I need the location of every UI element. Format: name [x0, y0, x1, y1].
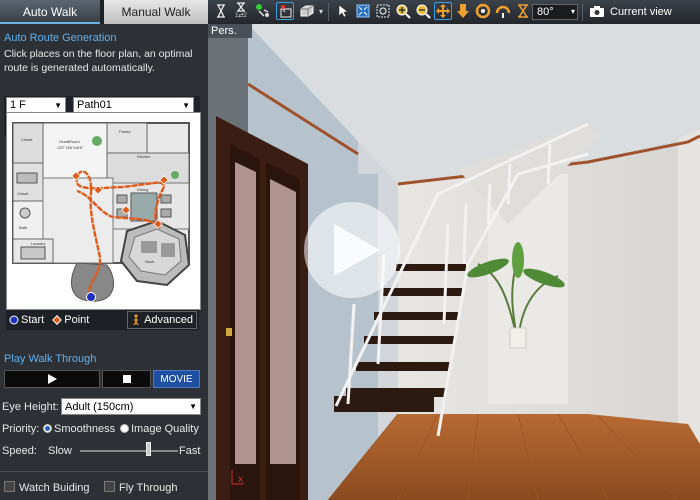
smoothness-label: Smoothness [54, 423, 116, 435]
fly-through-checkbox[interactable]: Fly Through [104, 481, 178, 494]
advanced-button[interactable]: Advanced [127, 311, 197, 329]
legend-start-label: Start [21, 314, 45, 326]
tab-manual-walk[interactable]: Manual Walk [104, 0, 208, 24]
floor-select-value: 1 F [10, 99, 26, 111]
play-walk-title: Play Walk Through [4, 353, 97, 365]
walk-person-icon[interactable] [212, 2, 230, 20]
start-circle-icon [9, 315, 19, 325]
room-dims-label: 13'3" 18'6"x16'6" [57, 146, 84, 150]
route-start-point[interactable] [86, 292, 96, 302]
legend-start: Start [9, 314, 44, 326]
walk-compare-sub: 1⇄2 [235, 13, 247, 19]
zoom-in-icon[interactable] [394, 2, 412, 20]
zoom-window-icon[interactable] [374, 2, 392, 20]
room-label: Pantry [119, 129, 131, 134]
checkbox-icon [4, 481, 15, 492]
select-arrow-icon[interactable] [334, 2, 352, 20]
tilt-icon[interactable] [494, 2, 512, 20]
camera-icon[interactable] [588, 2, 606, 20]
priority-option-smoothness[interactable]: Smoothness [43, 423, 115, 435]
watch-building-label: Watch Buiding [19, 482, 90, 494]
chevron-down-icon: ▼ [54, 100, 62, 110]
description-line1: Click places on the floor plan, an optim… [4, 48, 193, 60]
radio-selected-icon [43, 424, 52, 433]
radio-unselected-icon [120, 424, 129, 433]
auto-route-title: Auto Route Generation [4, 32, 117, 44]
toolbar-divider [328, 3, 329, 21]
watch-building-checkbox[interactable]: Watch Buiding [4, 481, 90, 494]
walk-compare-icon[interactable]: 1⇄2 [232, 2, 250, 20]
camera-position-icon[interactable] [276, 2, 294, 20]
eye-height-value: Adult (150cm) [65, 400, 134, 413]
room-label: Closet [21, 137, 33, 142]
move-down-icon[interactable] [454, 2, 472, 20]
speed-label: Speed: [2, 445, 37, 457]
room-label: Kitchen [137, 154, 150, 159]
toolbar-divider [582, 3, 583, 21]
rotate-icon[interactable] [474, 2, 492, 20]
svg-text:x: x [238, 474, 243, 485]
room-label: Bath [19, 225, 27, 230]
room-label: Nook [145, 259, 154, 264]
room-label: Closet [17, 191, 29, 196]
speed-slider-track [80, 450, 178, 452]
floor-plan[interactable]: Closet GreatRoom 13'3" 18'6"x16'6" Pantr… [6, 112, 201, 310]
fly-through-label: Fly Through [119, 482, 178, 494]
priority-label: Priority: [2, 423, 40, 435]
zoom-out-icon[interactable] [414, 2, 432, 20]
divider [0, 471, 208, 472]
path-select[interactable]: Path01 ▼ [73, 97, 194, 113]
eye-height-label: Eye Height: [2, 401, 59, 413]
chevron-down-icon: ▾ [570, 7, 575, 16]
tab-auto-walk[interactable]: Auto Walk [0, 0, 100, 24]
speed-slider[interactable] [80, 442, 178, 456]
advanced-label: Advanced [144, 314, 193, 326]
checkbox-icon [104, 481, 115, 492]
room-render: x [208, 24, 700, 500]
fit-view-icon[interactable] [354, 2, 372, 20]
perspective-viewport[interactable]: x [208, 24, 700, 500]
room-label: Laundry [31, 241, 45, 246]
speed-slow-label: Slow [48, 445, 72, 457]
view-box-dropdown-icon[interactable]: ▾ [316, 2, 326, 20]
room-label: Dining [137, 187, 148, 192]
route-points-icon[interactable] [254, 2, 272, 20]
tab-bar: Auto Walk Manual Walk [0, 0, 208, 24]
pan-icon[interactable] [434, 2, 452, 20]
view-angle-value: 80° [537, 6, 554, 18]
walker-icon [133, 314, 139, 326]
stop-icon [122, 375, 131, 383]
toolbar: 1⇄2 ▾ 80° ▾ Current view [208, 0, 700, 25]
floor-select[interactable]: 1 F ▼ [6, 97, 66, 113]
speed-fast-label: Fast [179, 445, 201, 457]
chevron-down-icon: ▼ [182, 100, 190, 110]
priority-option-image-quality[interactable]: Image Quality [120, 423, 199, 435]
plan-legend: Start Point Advanced [6, 310, 199, 330]
point-diamond-icon [52, 315, 63, 325]
floor-plan-drawing[interactable]: Closet GreatRoom 13'3" 18'6"x16'6" Pantr… [7, 113, 200, 309]
auto-route-description: Click places on the floor plan, an optim… [4, 47, 208, 75]
play-icon [48, 374, 57, 384]
legend-point-label: Point [64, 314, 90, 326]
chevron-down-icon: ▼ [189, 402, 197, 411]
room-label: GreatRoom [59, 139, 80, 144]
view-angle-select[interactable]: 80° ▾ [532, 4, 578, 20]
path-select-value: Path01 [77, 99, 112, 111]
perspective-tab[interactable]: Pers. [208, 24, 252, 38]
view-box-icon[interactable] [298, 2, 316, 20]
stop-button[interactable] [102, 370, 151, 388]
speed-slider-thumb[interactable] [146, 442, 151, 456]
current-view-button[interactable]: Current view [610, 6, 672, 18]
view-angle-icon [514, 2, 532, 20]
play-button[interactable] [4, 370, 100, 388]
image-quality-label: Image Quality [131, 423, 199, 435]
description-line2: route is generated automatically. [4, 62, 155, 74]
legend-point: Point [52, 314, 89, 326]
eye-height-select[interactable]: Adult (150cm) ▼ [61, 398, 201, 415]
movie-button[interactable]: MOVIE [153, 370, 200, 388]
